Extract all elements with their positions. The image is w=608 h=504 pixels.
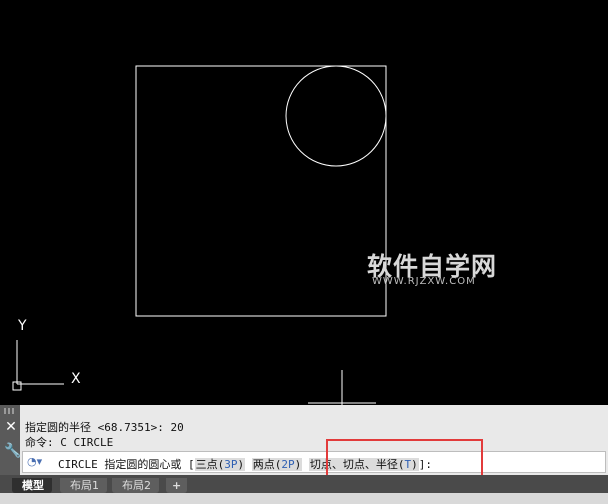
close-icon[interactable]: ✕ — [4, 420, 18, 434]
prompt-text: 指定圆的圆心或 [ — [104, 458, 195, 471]
command-panel-sidebar[interactable] — [0, 405, 20, 475]
ucs-x-label: X — [71, 371, 81, 387]
drawing-svg — [12, 65, 387, 405]
option-label: 两点( — [252, 458, 282, 471]
option-key: 3P — [224, 458, 238, 471]
ucs-icon — [12, 340, 64, 391]
tab-bar-base — [0, 493, 608, 504]
circle-shape[interactable] — [285, 65, 387, 167]
drawing-canvas[interactable]: Y X 软件自学网 WWW.RJZXW.COM — [0, 0, 608, 405]
option-key: 2P — [281, 458, 295, 471]
ucs-y-label: Y — [18, 318, 27, 334]
option-end: ) — [237, 458, 245, 471]
grip-handle-icon[interactable] — [4, 408, 16, 414]
square-shape[interactable] — [135, 65, 387, 317]
command-recent-icon[interactable]: ◔▾ — [27, 455, 45, 469]
tab-model[interactable]: 模型 — [12, 478, 52, 493]
watermark-url: WWW.RJZXW.COM — [372, 276, 476, 287]
option-end: ) — [294, 458, 302, 471]
command-history-line: 命令: C CIRCLE — [25, 436, 114, 449]
command-history-line: 指定圆的半径 <68.7351>: 20 — [25, 421, 184, 434]
tab-layout2[interactable]: 布局2 — [112, 478, 159, 493]
option-three-point[interactable]: 三点(3P) — [194, 458, 246, 471]
option-two-point[interactable]: 两点(2P) — [251, 458, 303, 471]
tab-layout1[interactable]: 布局1 — [60, 478, 107, 493]
option-label: 三点( — [195, 458, 225, 471]
prompt-command: CIRCLE — [58, 458, 98, 471]
crosshair-cursor — [308, 370, 376, 405]
add-layout-button[interactable]: + — [166, 478, 188, 493]
wrench-icon[interactable]: 🔧 — [4, 443, 21, 459]
